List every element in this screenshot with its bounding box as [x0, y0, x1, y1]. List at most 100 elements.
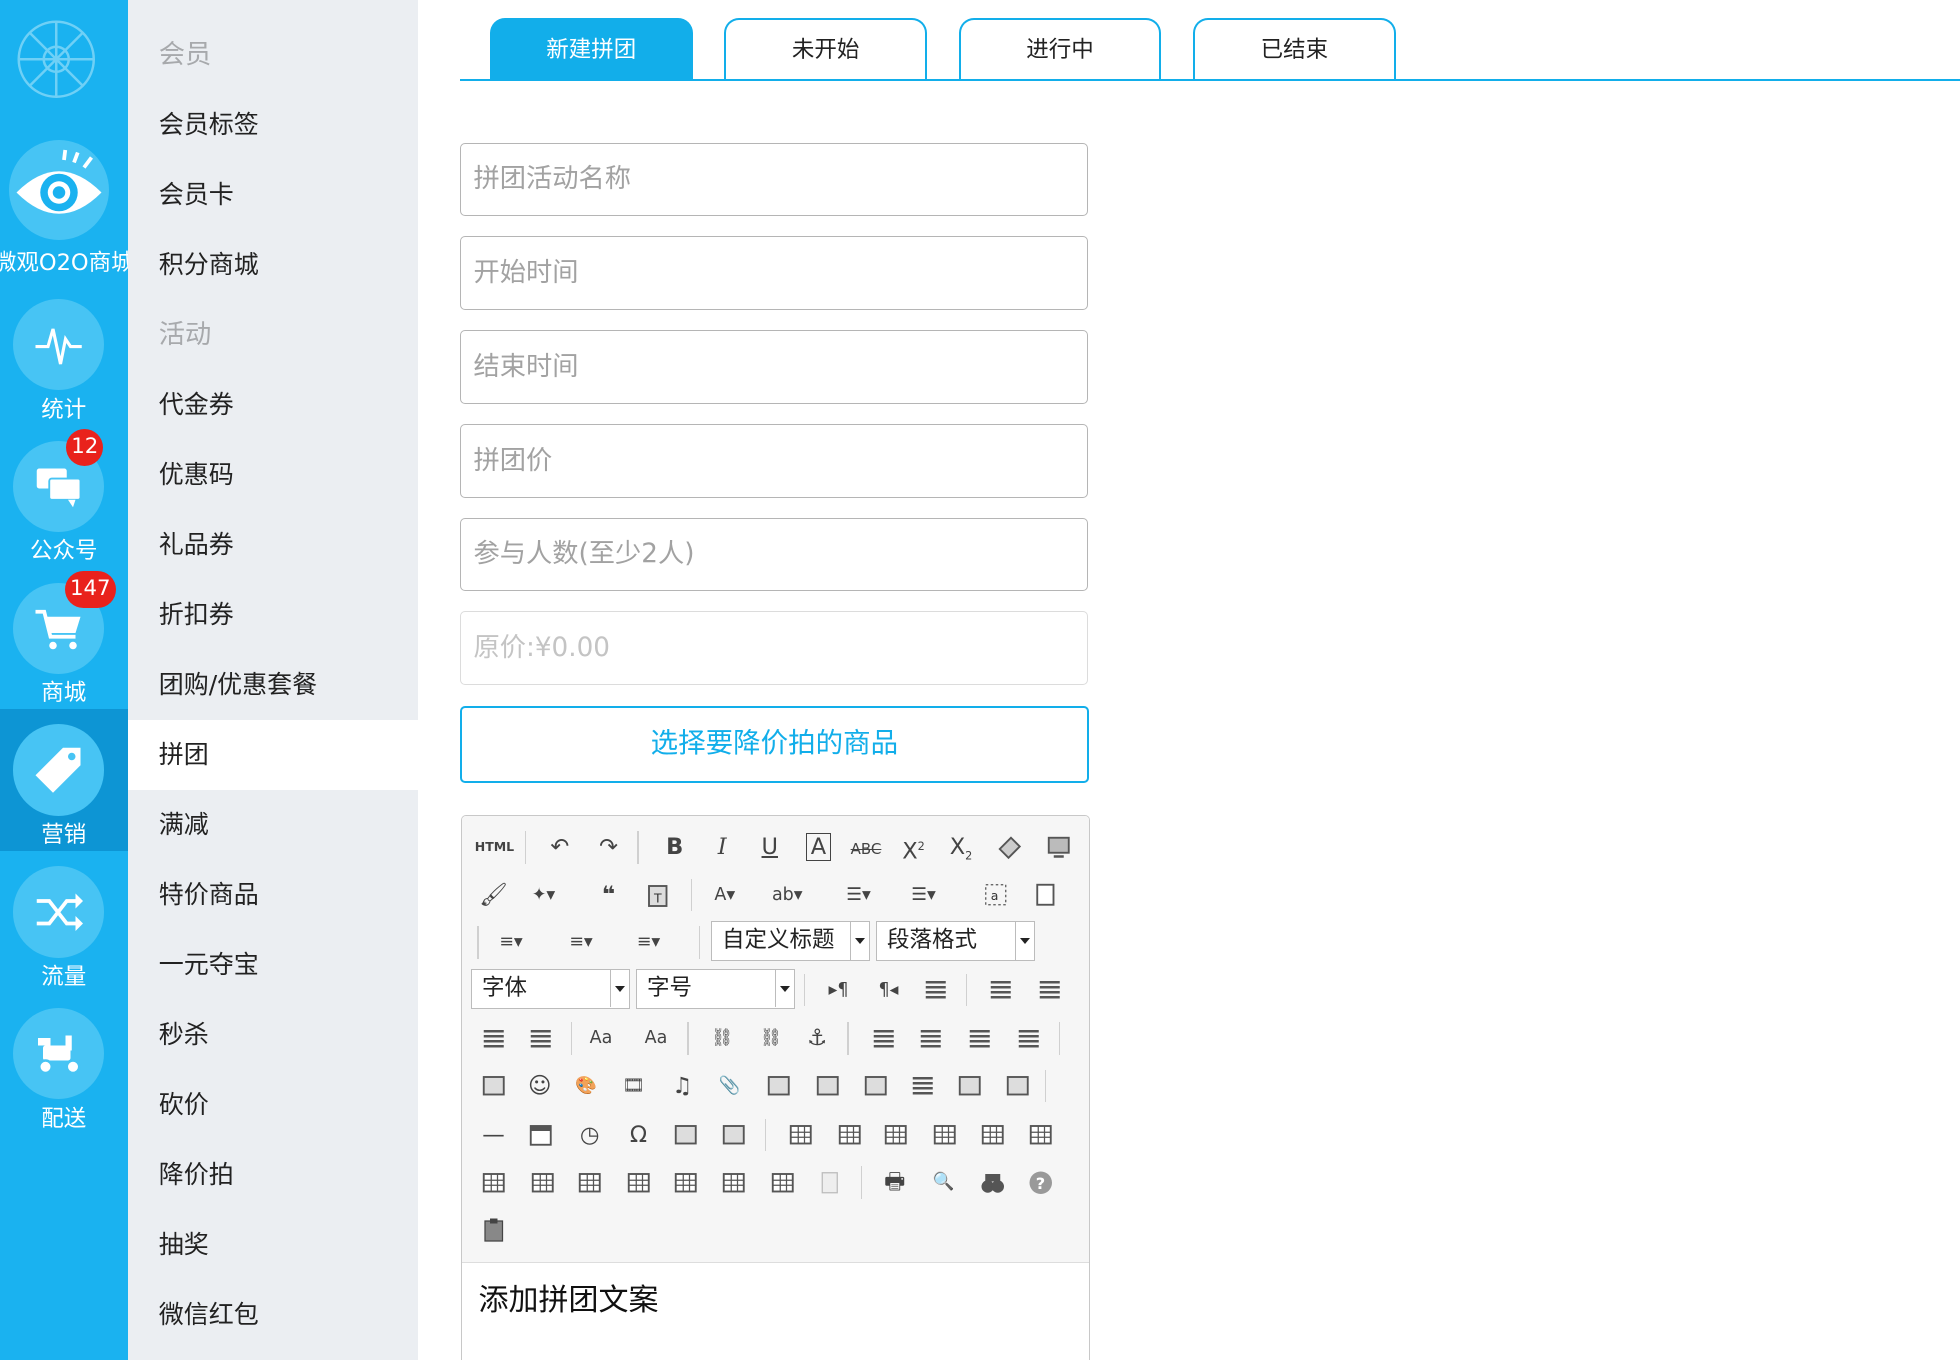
line-height-icon[interactable]: ≡▾ [632, 926, 665, 959]
uppercase-icon[interactable]: Aa [585, 1022, 618, 1055]
paste-text-icon[interactable]: T [641, 879, 674, 912]
find-icon[interactable] [976, 1166, 1009, 1199]
paste-disabled-icon[interactable] [814, 1166, 847, 1199]
delete-row-icon[interactable] [717, 1166, 750, 1199]
magic-wand-icon[interactable]: ✦▾ [527, 879, 560, 912]
link-icon[interactable]: ⛓ [706, 1022, 739, 1055]
attachment-icon[interactable]: 📎 [714, 1070, 747, 1103]
undo-icon[interactable]: ↶ [544, 831, 577, 864]
select-all-icon[interactable]: a [980, 879, 1013, 912]
split-rows-icon[interactable] [670, 1166, 703, 1199]
print-icon[interactable]: 🖶 [879, 1166, 912, 1199]
font-family-select[interactable]: 字体 [471, 968, 630, 1009]
image-float-none-icon[interactable] [867, 1022, 900, 1055]
select-product-button[interactable]: 选择要降价拍的商品 [460, 706, 1089, 783]
insert-paragraph-icon[interactable] [976, 1119, 1009, 1152]
font-size-select[interactable]: 字号 [636, 968, 795, 1009]
tab-1[interactable]: 未开始 [724, 17, 927, 80]
start-time-input[interactable] [460, 236, 1088, 310]
bold-icon[interactable]: B [659, 831, 692, 864]
font-border-icon[interactable]: A [802, 831, 835, 864]
merge-cells-icon[interactable] [526, 1166, 559, 1199]
nav-item-1[interactable]: 公众号 12 [0, 426, 128, 567]
submenu-item[interactable]: 会员卡 [128, 160, 418, 230]
time-icon[interactable]: ◷ [574, 1119, 607, 1152]
submenu-item[interactable]: 满减 [128, 790, 418, 860]
brand-account[interactable]: 微观O2O商城 [0, 140, 134, 281]
nav-item-0[interactable]: 统计 [0, 284, 128, 425]
submenu-item[interactable]: 优惠码 [128, 440, 418, 510]
insert-frame-icon[interactable] [762, 1070, 795, 1103]
submenu-item[interactable]: 礼品券 [128, 510, 418, 580]
format-painter-icon[interactable]: 🖌 [477, 879, 510, 912]
justify-icon[interactable] [525, 1022, 558, 1055]
submenu-item[interactable]: 砍价 [128, 1070, 418, 1140]
clear-doc-icon[interactable] [1029, 879, 1062, 912]
indent-icon[interactable] [920, 974, 953, 1007]
merge-right-icon[interactable] [477, 1166, 510, 1199]
submenu-item[interactable]: 一元夺宝 [128, 930, 418, 1000]
delete-col-icon[interactable] [766, 1166, 799, 1199]
submenu-item[interactable]: 降价拍 [128, 1140, 418, 1210]
insert-row-icon[interactable] [929, 1119, 962, 1152]
submenu-item[interactable]: 折扣券 [128, 580, 418, 650]
music-icon[interactable]: ♫ [666, 1070, 699, 1103]
nav-item-4[interactable]: 流量 [0, 851, 128, 992]
superscript-icon[interactable]: X2 [897, 831, 930, 865]
custom-heading-select[interactable]: 自定义标题 [711, 921, 870, 961]
subscript-icon[interactable]: X2 [945, 831, 978, 864]
merge-down-icon[interactable] [574, 1166, 607, 1199]
help-icon[interactable]: ? [1025, 1166, 1058, 1199]
google-map-icon[interactable] [811, 1070, 844, 1103]
row-spacing-bottom-icon[interactable]: ≡▾ [565, 926, 598, 959]
strikethrough-icon[interactable]: ABC [850, 831, 883, 864]
delete-table-icon[interactable] [834, 1119, 867, 1152]
tab-2[interactable]: 进行中 [958, 17, 1162, 80]
split-cells-icon[interactable] [622, 1166, 655, 1199]
submenu-item[interactable]: 代金券 [128, 370, 418, 440]
align-right-icon[interactable] [477, 1022, 510, 1055]
editor-content[interactable]: 添加拼团文案 [479, 1275, 659, 1319]
insert-title-icon[interactable] [880, 1119, 913, 1152]
scrawl-icon[interactable]: 🎨 [570, 1070, 603, 1103]
screenshot-icon[interactable] [670, 1119, 703, 1152]
submenu-item[interactable]: 会员标签 [128, 90, 418, 160]
lowercase-icon[interactable]: Aa [640, 1022, 673, 1055]
template-icon[interactable] [954, 1070, 987, 1103]
image-icon[interactable] [477, 1070, 510, 1103]
html-source-button[interactable]: HTML [475, 831, 514, 864]
submenu-item[interactable]: 微信红包 [128, 1280, 418, 1350]
end-time-input[interactable] [460, 330, 1088, 404]
insert-table-icon[interactable] [785, 1119, 818, 1152]
align-left-icon[interactable] [985, 974, 1018, 1007]
preview-icon[interactable] [1042, 831, 1075, 864]
underline-icon[interactable]: U [754, 831, 787, 864]
submenu-item[interactable]: 积分商城 [128, 230, 418, 300]
anchor-icon[interactable]: ⚓ [801, 1022, 834, 1055]
insert-code-icon[interactable] [860, 1070, 893, 1103]
blockquote-icon[interactable]: ❝ [592, 879, 625, 912]
group-price-input[interactable] [460, 423, 1088, 498]
row-spacing-top-icon[interactable]: ≡▾ [495, 926, 528, 959]
rtl-icon[interactable]: ¶◂ [872, 974, 905, 1007]
nav-item-3[interactable]: 营销 [0, 709, 128, 851]
page-break-icon[interactable] [906, 1070, 939, 1103]
tab-0[interactable]: 新建拼团 [490, 17, 693, 80]
image-left-icon[interactable] [915, 1022, 948, 1055]
nav-item-5[interactable]: 配送 [0, 993, 128, 1134]
tab-3[interactable]: 已结束 [1193, 17, 1396, 80]
participants-input[interactable] [460, 517, 1088, 592]
submenu-item[interactable]: 抽奖 [128, 1210, 418, 1280]
unordered-list-icon[interactable]: ☰▾ [907, 879, 940, 912]
activity-name-input[interactable] [460, 142, 1088, 217]
emoji-icon[interactable]: ☺ [524, 1070, 557, 1103]
background-icon[interactable] [1001, 1070, 1034, 1103]
nav-item-2[interactable]: 商城 147 [0, 568, 128, 709]
horizontal-rule-icon[interactable]: — [477, 1119, 510, 1152]
search-replace-icon[interactable]: 🔍 [927, 1166, 960, 1199]
submenu-item[interactable]: 团购/优惠套餐 [128, 650, 418, 720]
italic-icon[interactable]: I [706, 831, 739, 864]
ltr-icon[interactable]: ▸¶ [822, 974, 855, 1007]
eraser-icon[interactable] [994, 831, 1027, 864]
image-center-icon[interactable] [1012, 1022, 1045, 1055]
